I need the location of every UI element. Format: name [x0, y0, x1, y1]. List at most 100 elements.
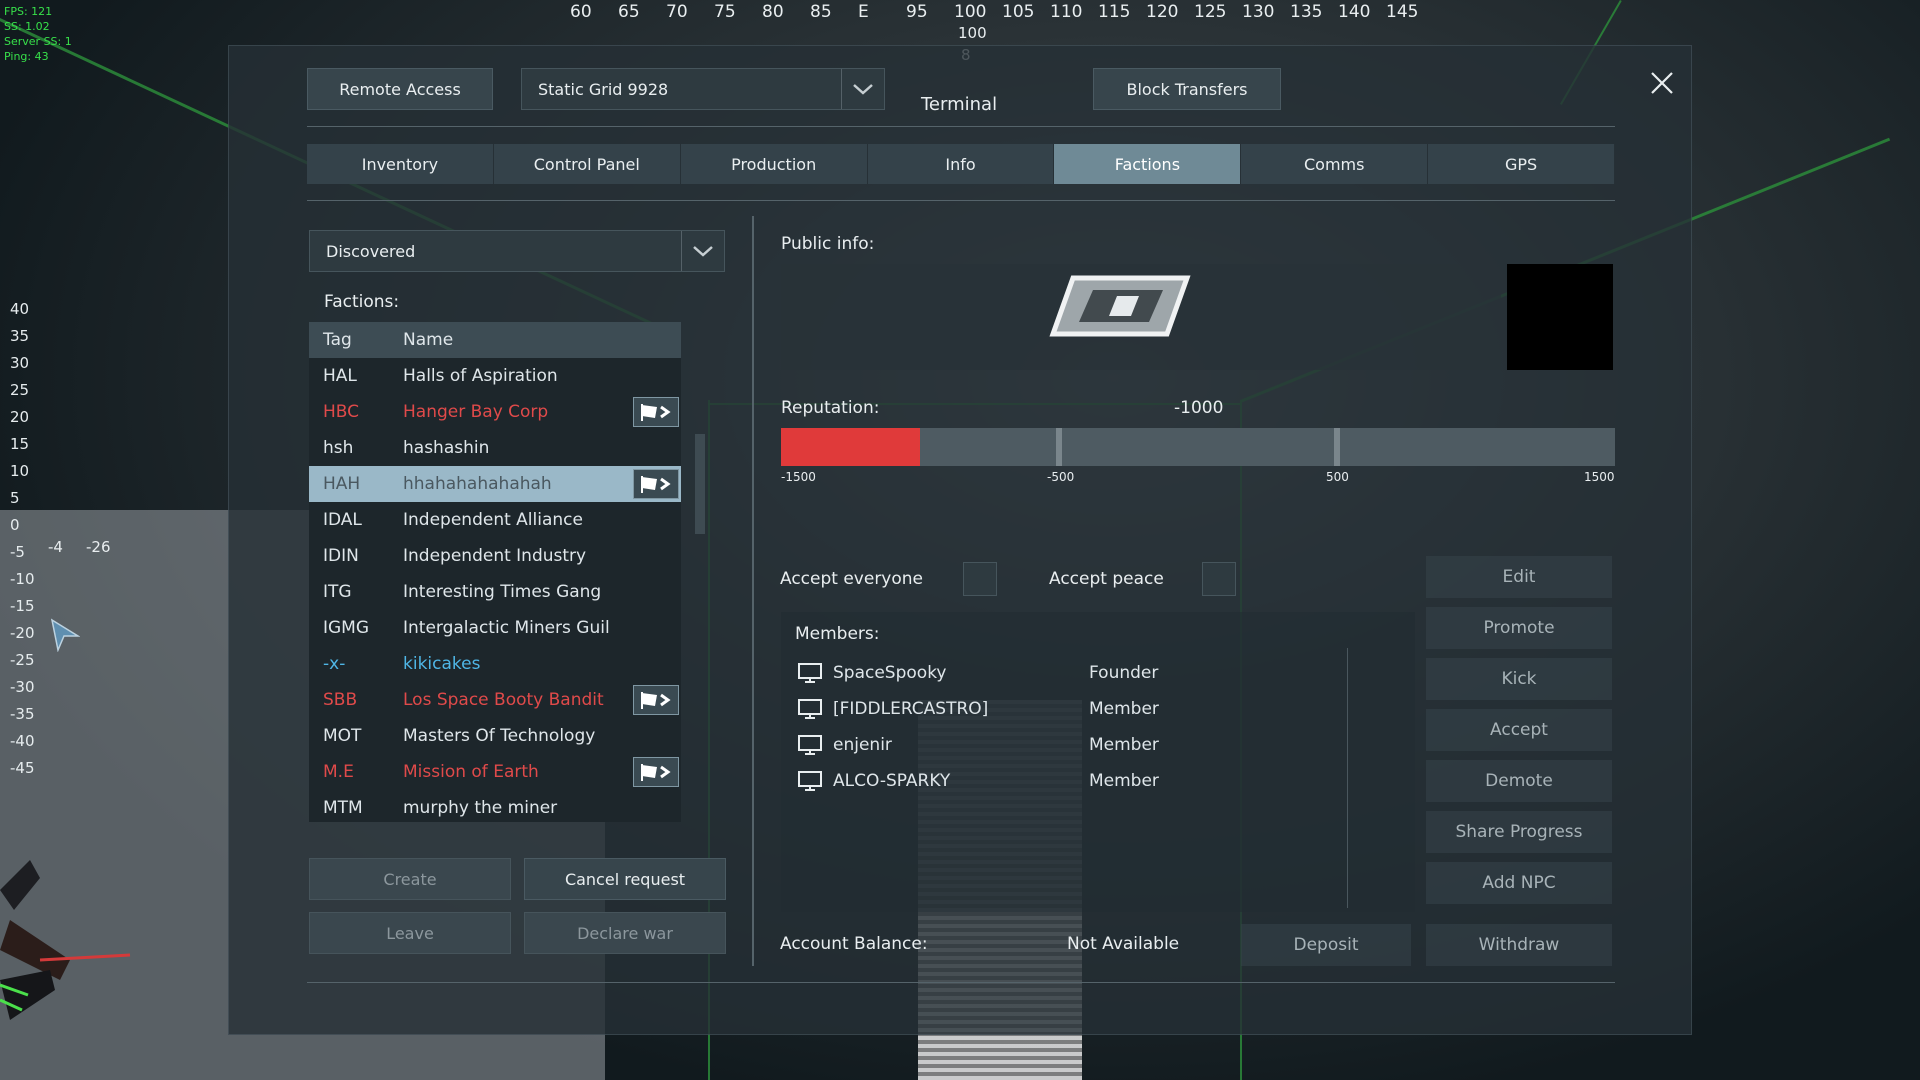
faction-row[interactable]: IDIN Independent Industry — [309, 538, 681, 574]
declare-war-button[interactable]: Declare war — [524, 912, 726, 954]
faction-name: kikicakes — [403, 654, 481, 674]
promote-button[interactable]: Promote — [1426, 607, 1612, 649]
pitch-scale: 40 35 30 25 20 15 10 5 0 -5 -10 -15 -20 -25 -30 -35 -40 -… — [10, 296, 35, 782]
pitch-mark: -5 — [10, 543, 25, 561]
reputation-tick-neg500 — [1056, 428, 1062, 466]
faction-row[interactable]: HAH hhahahahahahah — [309, 466, 681, 502]
member-row[interactable]: SpaceSpooky Founder — [797, 658, 1397, 688]
faction-flag-icon[interactable] — [633, 397, 679, 427]
member-name: SpaceSpooky — [833, 663, 947, 683]
faction-flag-icon[interactable] — [633, 757, 679, 787]
withdraw-button[interactable]: Withdraw — [1426, 924, 1612, 966]
faction-logo-preview — [1507, 264, 1613, 370]
faction-tag: ITG — [323, 582, 352, 602]
faction-row[interactable]: MTM murphy the miner — [309, 790, 681, 822]
faction-row[interactable]: HAL Halls of Aspiration — [309, 358, 681, 394]
header-divider — [307, 126, 1615, 127]
faction-flag-icon[interactable] — [633, 685, 679, 715]
cursor-arrow-icon — [50, 618, 81, 656]
pitch-mark: 30 — [10, 354, 30, 372]
compass-mark: 110 — [1050, 2, 1083, 22]
pitch-extra-1: -4 — [48, 538, 63, 556]
tab-gps[interactable]: GPS — [1428, 144, 1616, 184]
member-row[interactable]: ALCO-SPARKY Member — [797, 766, 1397, 796]
faction-name: Interesting Times Gang — [403, 582, 602, 602]
pitch-mark: -25 — [10, 651, 35, 669]
faction-row[interactable]: -x-kikicakes — [309, 646, 681, 682]
faction-row[interactable]: hsh hashashin — [309, 430, 681, 466]
compass-mark: 100 — [954, 2, 987, 22]
rep-scale-neg500: -500 — [1047, 470, 1075, 484]
remote-access-button[interactable]: Remote Access — [307, 68, 493, 110]
faction-row[interactable]: HBC Hanger Bay Corp — [309, 394, 681, 430]
accept-everyone-label: Accept everyone — [780, 569, 924, 589]
faction-name: Masters Of Technology — [403, 726, 596, 746]
faction-name: Halls of Aspiration — [403, 366, 558, 386]
faction-tag: MOT — [323, 726, 362, 746]
members-panel: Members: SpaceSpooky Founder [FIDDLERCASTR… — [781, 612, 1415, 912]
pitch-mark: -35 — [10, 705, 35, 723]
faction-emblem-icon — [1045, 272, 1195, 344]
faction-tag: HBC — [323, 402, 360, 422]
faction-tag: IDAL — [323, 510, 362, 530]
compass-mark: 65 — [618, 2, 640, 22]
create-faction-button[interactable]: Create — [309, 858, 511, 900]
faction-name: Independent Alliance — [403, 510, 583, 530]
tab-comms[interactable]: Comms — [1241, 144, 1429, 184]
column-header-tag: Tag — [323, 330, 352, 350]
pitch-mark: -15 — [10, 597, 35, 615]
pitch-mark: 40 — [10, 300, 30, 318]
tab-inventory[interactable]: Inventory — [307, 144, 494, 184]
faction-filter-dropdown[interactable]: Discovered — [309, 230, 725, 272]
compass-mark: 75 — [714, 2, 736, 22]
member-rank: Founder — [1089, 663, 1159, 683]
demote-button[interactable]: Demote — [1426, 760, 1612, 802]
edit-button[interactable]: Edit — [1426, 556, 1612, 598]
compass-mark: 85 — [810, 2, 832, 22]
tab-production[interactable]: Production — [680, 144, 868, 184]
member-name: ALCO-SPARKY — [833, 771, 951, 791]
block-transfers-button[interactable]: Block Transfers — [1093, 68, 1281, 110]
fps-stat: FPS: 121 — [4, 5, 53, 18]
kick-button[interactable]: Kick — [1426, 658, 1612, 700]
factions-table-header: Tag Name — [309, 322, 681, 358]
tab-info[interactable]: Info — [867, 144, 1055, 184]
pitch-mark: 15 — [10, 435, 30, 453]
member-row[interactable]: enjenir Member — [797, 730, 1397, 760]
faction-tag: hsh — [323, 438, 354, 458]
compass-mark: 135 — [1290, 2, 1323, 22]
pitch-mark: 25 — [10, 381, 30, 399]
faction-flag-icon[interactable] — [633, 469, 679, 499]
faction-row[interactable]: ITG Interesting Times Gang — [309, 574, 681, 610]
add-npc-button[interactable]: Add NPC — [1426, 862, 1612, 904]
member-row[interactable]: [FIDDLERCASTRO] Member — [797, 694, 1397, 724]
faction-row[interactable]: MOT Masters Of Technology — [309, 718, 681, 754]
member-rank: Member — [1089, 771, 1159, 791]
public-info-area — [781, 264, 1501, 370]
accept-everyone-checkbox[interactable] — [963, 562, 997, 596]
accept-button[interactable]: Accept — [1426, 709, 1612, 751]
chevron-down-icon — [841, 69, 884, 109]
faction-tag: IDIN — [323, 546, 359, 566]
footer-divider — [307, 982, 1615, 983]
member-name: enjenir — [833, 735, 892, 755]
cancel-request-button[interactable]: Cancel request — [524, 858, 726, 900]
tab-control-panel[interactable]: Control Panel — [493, 144, 681, 184]
accept-peace-checkbox[interactable] — [1202, 562, 1236, 596]
compass-mark: E — [858, 2, 869, 22]
reputation-bar-fill — [781, 428, 920, 466]
faction-row[interactable]: SBB Los Space Booty Bandit — [309, 682, 681, 718]
close-icon[interactable] — [1647, 68, 1677, 98]
reputation-value: -1000 — [1174, 398, 1224, 418]
faction-row[interactable]: IGMG Intergalactic Miners Guil — [309, 610, 681, 646]
faction-row[interactable]: M.E Mission of Earth — [309, 754, 681, 790]
leave-faction-button[interactable]: Leave — [309, 912, 511, 954]
deposit-button[interactable]: Deposit — [1241, 924, 1411, 966]
faction-row[interactable]: IDAL Independent Alliance — [309, 502, 681, 538]
share-progress-button[interactable]: Share Progress — [1426, 811, 1612, 853]
terminal-tabs: Inventory Control Panel Production Info … — [307, 144, 1616, 184]
terminal-title: Terminal — [921, 94, 998, 115]
factions-scrollbar[interactable] — [695, 434, 705, 534]
grid-selector-dropdown[interactable]: Static Grid 9928 — [521, 68, 885, 110]
tab-factions[interactable]: Factions — [1054, 144, 1242, 184]
